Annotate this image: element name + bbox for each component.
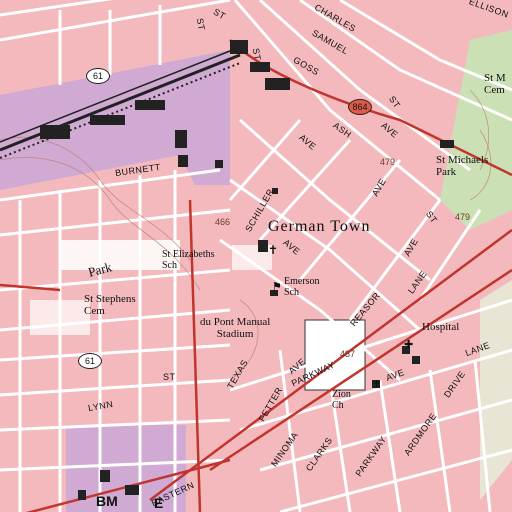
place-label-dupont-manual: du Pont Manual Stadium: [200, 316, 271, 340]
place-label-st-michaels-park: St Michaels Park: [436, 154, 489, 178]
topo-map[interactable]: German Town St Michaels Park St M Cem St…: [0, 0, 512, 512]
map-letter-bm: BM: [96, 493, 118, 509]
place-label-emerson-sch: Emerson Sch: [284, 276, 320, 298]
church-icon-zion: ✝: [372, 379, 382, 391]
street-label-st-4: ST: [163, 372, 176, 382]
elevation-479-a: 479: [380, 157, 396, 167]
elevation-487: 487: [340, 349, 356, 359]
route-marker-61-b: 61: [78, 353, 102, 369]
flag-icon: ⚑: [272, 281, 282, 293]
place-label-st-elizabeths-sch: St Elizabeths Sch: [162, 249, 215, 271]
elevation-466: 466: [215, 217, 231, 227]
street-label-st-5: ST: [250, 47, 263, 62]
place-label-st-stephens-cem: St Stephens Cem: [84, 293, 136, 317]
place-label-german-town: German Town: [268, 218, 371, 235]
map-canvas: [0, 0, 512, 512]
hospital-cross-icon: ✚: [404, 339, 414, 351]
route-marker-61-a: 61: [86, 68, 110, 84]
church-icon: ✝: [268, 243, 279, 257]
map-letter-e: E: [154, 495, 164, 511]
place-label-hospital: Hospital: [422, 321, 460, 333]
street-label-st: ST: [194, 17, 207, 32]
place-label-st-michaels-cem: St M Cem: [484, 72, 506, 96]
route-marker-864: 864: [348, 99, 372, 115]
elevation-479-b: 479: [455, 212, 471, 222]
place-label-zion-ch: Zion Ch: [332, 389, 351, 411]
